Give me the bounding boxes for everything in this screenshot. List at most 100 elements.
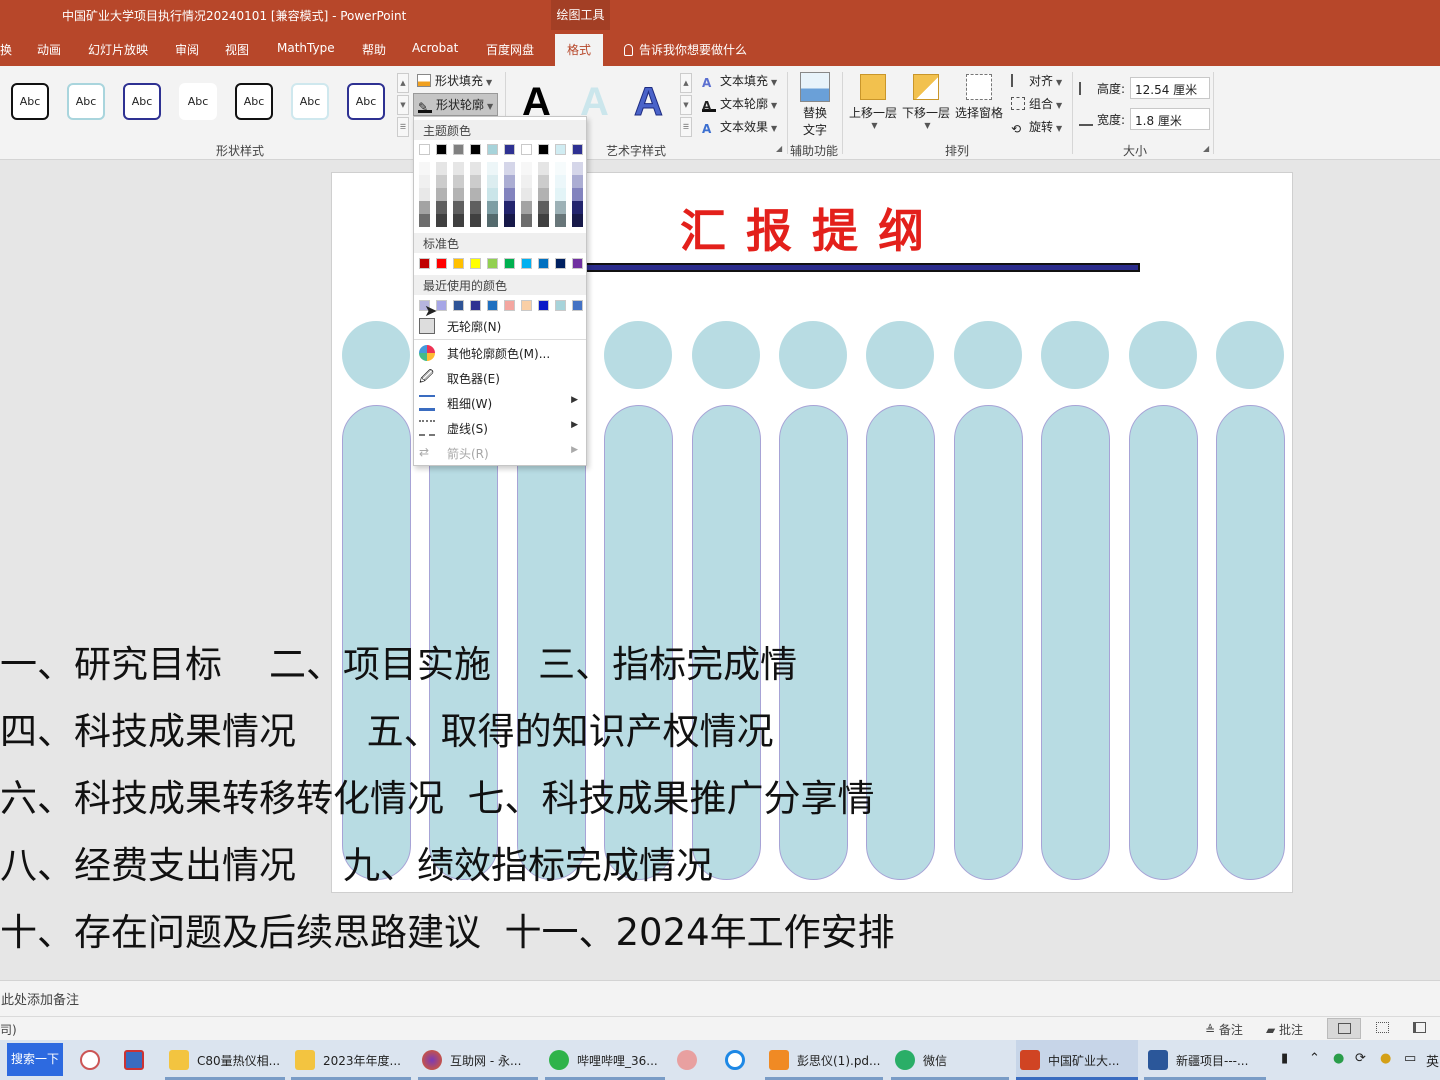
recent-color-swatch[interactable]: [572, 300, 583, 311]
text-effects-button[interactable]: A 文本效果 ▼: [702, 118, 777, 136]
theme-color-shade-swatch[interactable]: [555, 188, 566, 201]
slide-title[interactable]: 汇报提纲: [680, 195, 944, 261]
theme-color-swatch[interactable]: [453, 144, 464, 155]
selection-pane-button[interactable]: 选择窗格: [954, 74, 1004, 121]
standard-color-swatch[interactable]: [572, 258, 583, 269]
wordart-scroll-down[interactable]: ▼: [680, 95, 692, 115]
theme-color-shade-swatch[interactable]: [572, 175, 583, 188]
tab-slideshow[interactable]: 幻灯片放映: [88, 41, 148, 58]
align-button[interactable]: 对齐 ▼: [1011, 72, 1062, 89]
outline-line-3[interactable]: 六、科技成果转移转化情况 七、科技成果推广分享情: [0, 768, 875, 822]
text-outline-button[interactable]: A 文本轮廓 ▼: [702, 95, 777, 113]
ime-indicator[interactable]: 英: [1426, 1051, 1439, 1070]
more-outline-colors-item[interactable]: 其他轮廓颜色(M)...: [414, 341, 586, 365]
slide-pill-shape[interactable]: [866, 405, 936, 880]
rotate-button[interactable]: ⟲ 旋转 ▼: [1011, 118, 1062, 136]
theme-color-shade-swatch[interactable]: [555, 214, 566, 227]
gallery-scroll-down[interactable]: ▼: [397, 95, 409, 115]
theme-color-swatch[interactable]: [419, 144, 430, 155]
shape-fill-button[interactable]: 形状填充 ▼: [417, 72, 492, 89]
outline-line-4[interactable]: 八、经费支出情况 九、绩效指标完成情况: [0, 835, 713, 889]
slide-sorter-view-button[interactable]: [1376, 1022, 1389, 1033]
theme-color-shade-swatch[interactable]: [538, 201, 549, 214]
taskbar-item-firefox[interactable]: 互助网 - 永...: [418, 1040, 538, 1080]
taskbar-item-bilibili[interactable]: 哔哩哔哩_36...: [545, 1040, 665, 1080]
taskbar-item-wechat[interactable]: 微信: [891, 1040, 1009, 1080]
theme-color-shade-swatch[interactable]: [504, 188, 515, 201]
theme-color-swatch[interactable]: [521, 144, 532, 155]
outline-line-1[interactable]: 一、研究目标 二、项目实施 三、指标完成情: [0, 634, 797, 688]
theme-color-shade-swatch[interactable]: [436, 175, 447, 188]
theme-color-shade-swatch[interactable]: [521, 214, 532, 227]
recent-color-swatch[interactable]: [538, 300, 549, 311]
taskbar-pinned-app-3[interactable]: [673, 1040, 703, 1080]
title-underline-shape[interactable]: [560, 263, 1140, 272]
theme-color-shade-swatch[interactable]: [453, 175, 464, 188]
standard-color-swatch[interactable]: [555, 258, 566, 269]
width-input[interactable]: 1.8 厘米: [1130, 108, 1210, 130]
theme-color-shade-swatch[interactable]: [419, 214, 430, 227]
send-backward-button[interactable]: 下移一层 ▼: [901, 74, 951, 130]
tab-animations[interactable]: 动画: [37, 41, 61, 58]
theme-color-shade-swatch[interactable]: [470, 162, 481, 175]
theme-color-shade-swatch[interactable]: [521, 188, 532, 201]
theme-color-shade-swatch[interactable]: [487, 201, 498, 214]
theme-color-shade-swatch[interactable]: [521, 162, 532, 175]
tab-help[interactable]: 帮助: [362, 41, 386, 58]
theme-color-shade-swatch[interactable]: [436, 162, 447, 175]
recent-color-swatch[interactable]: [555, 300, 566, 311]
tab-transitions[interactable]: 换: [0, 41, 12, 58]
theme-color-shade-swatch[interactable]: [487, 214, 498, 227]
standard-color-swatch[interactable]: [470, 258, 481, 269]
standard-color-swatch[interactable]: [538, 258, 549, 269]
recent-color-swatch[interactable]: [470, 300, 481, 311]
theme-color-shade-swatch[interactable]: [419, 175, 430, 188]
tray-sync-icon[interactable]: ⟳: [1355, 1051, 1366, 1066]
theme-color-shade-swatch[interactable]: [487, 162, 498, 175]
standard-color-swatch[interactable]: [504, 258, 515, 269]
theme-color-shade-swatch[interactable]: [521, 175, 532, 188]
taskbar-search-button[interactable]: 搜索一下: [7, 1043, 63, 1076]
recent-color-swatch[interactable]: [453, 300, 464, 311]
theme-color-shade-swatch[interactable]: [436, 201, 447, 214]
tab-format[interactable]: 格式: [555, 34, 604, 66]
wordart-scroll-up[interactable]: ▲: [680, 73, 692, 93]
tab-mathtype[interactable]: MathType: [277, 41, 335, 55]
size-dialog-launcher[interactable]: ◢: [1203, 144, 1209, 153]
theme-color-shade-swatch[interactable]: [470, 201, 481, 214]
theme-color-shade-swatch[interactable]: [572, 201, 583, 214]
notes-toggle-button[interactable]: ≜ 备注: [1205, 1021, 1243, 1038]
slide-pill-shape[interactable]: [1041, 405, 1111, 880]
alt-text-button[interactable]: 替换 文字: [798, 72, 832, 138]
theme-color-shade-swatch[interactable]: [453, 214, 464, 227]
theme-color-shade-swatch[interactable]: [453, 188, 464, 201]
shape-style-4[interactable]: Abc: [179, 83, 217, 120]
gallery-scroll-up[interactable]: ▲: [397, 73, 409, 93]
taskbar-pinned-app-1[interactable]: [76, 1040, 106, 1080]
standard-color-swatch[interactable]: [487, 258, 498, 269]
dashes-item[interactable]: 虚线(S) ▶: [414, 416, 586, 440]
slide-pill-shape[interactable]: [953, 405, 1023, 880]
tab-baidu-netdisk[interactable]: 百度网盘: [486, 41, 534, 58]
outline-line-5[interactable]: 十、存在问题及后续思路建议 十一、2024年工作安排: [0, 902, 895, 956]
no-outline-item[interactable]: 无轮廓(N): [414, 314, 586, 338]
shape-style-7[interactable]: Abc: [347, 83, 385, 120]
theme-color-shade-swatch[interactable]: [521, 201, 532, 214]
recent-color-swatch[interactable]: [521, 300, 532, 311]
slide-circle-shape[interactable]: [779, 321, 847, 389]
shape-style-3[interactable]: Abc: [123, 83, 161, 120]
network-icon[interactable]: ▭: [1404, 1051, 1416, 1066]
normal-view-button[interactable]: [1327, 1018, 1361, 1039]
theme-color-shade-swatch[interactable]: [436, 188, 447, 201]
slide-circle-shape[interactable]: [604, 321, 673, 389]
slide-circle-shape[interactable]: [691, 321, 760, 389]
theme-color-swatch[interactable]: [572, 144, 583, 155]
theme-color-shade-swatch[interactable]: [436, 214, 447, 227]
tab-acrobat[interactable]: Acrobat: [412, 41, 458, 55]
taskbar-pinned-ie[interactable]: [721, 1040, 751, 1080]
tab-review[interactable]: 审阅: [175, 41, 199, 58]
slide-circle-shape[interactable]: [1041, 321, 1110, 389]
shape-outline-button[interactable]: ✎ 形状轮廓 ▼: [413, 93, 499, 116]
chevron-up-icon[interactable]: ⌃: [1309, 1051, 1320, 1066]
slide-circle-shape[interactable]: [1216, 321, 1284, 389]
